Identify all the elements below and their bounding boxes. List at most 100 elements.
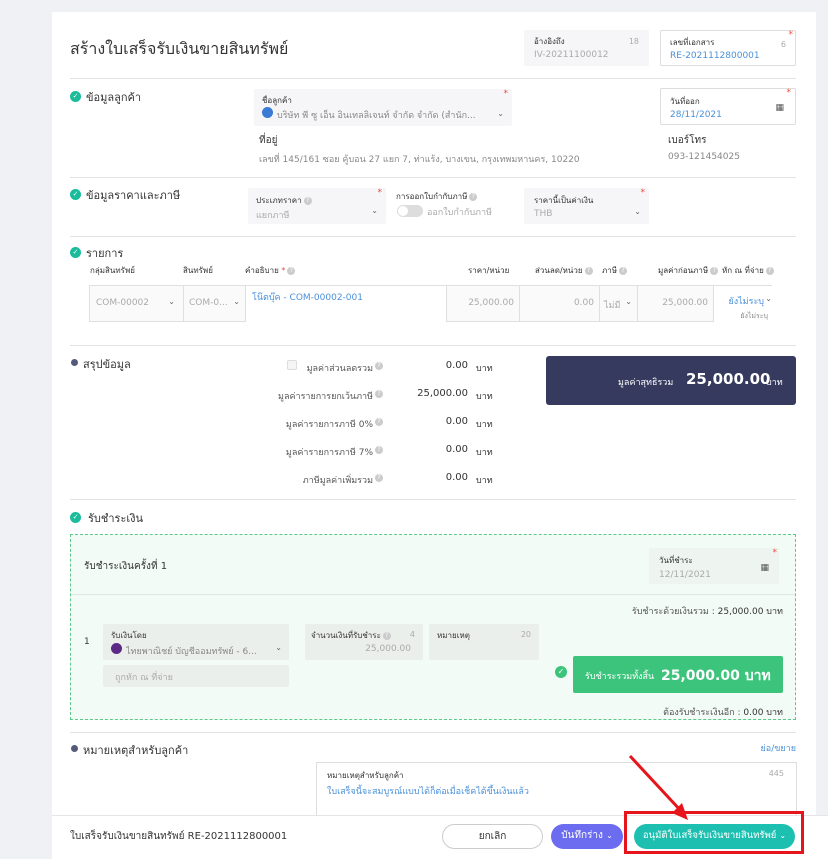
reference-value: IV-20211100012 bbox=[534, 50, 609, 60]
footer-document-title: ใบเสร็จรับเงินขายสินทรัพย์ RE-2021112800… bbox=[70, 831, 288, 842]
document-number-field[interactable]: เลขที่เอกสาร 6 * RE-2021112800001 bbox=[660, 30, 796, 66]
asset-group-select[interactable]: COM-00002 ⌄ bbox=[90, 286, 184, 322]
phone-value: 093-121454025 bbox=[668, 152, 740, 162]
help-icon: ? bbox=[303, 196, 312, 205]
tax-invoice-toggle-label: ออกใบกำกับภาษี bbox=[427, 208, 492, 218]
approve-receipt-button[interactable]: อนุมัติใบเสร็จรับเงินขายสินทรัพย์ ⌄ bbox=[634, 824, 795, 849]
phone-label: เบอร์โทร bbox=[668, 135, 707, 146]
discount-checkbox[interactable] bbox=[287, 360, 297, 370]
col-tax: ภาษี? bbox=[602, 264, 628, 277]
payment-amount-value: 25,000.00 bbox=[365, 644, 411, 654]
payment-date-field[interactable]: วันที่ชำระ * 12/11/2021 ▦ bbox=[649, 548, 779, 584]
divider bbox=[70, 732, 796, 733]
chevron-down-icon: ⌄ bbox=[233, 297, 240, 306]
discount-input[interactable]: 0.00 bbox=[520, 286, 600, 322]
payment-note-input[interactable]: หมายเหตุ 20 bbox=[429, 624, 539, 660]
reference-field[interactable]: อ้างอิงถึง 18 IV-20211100012 bbox=[524, 30, 649, 66]
remaining-line: ต้องรับชำระเงินอีก : 0.00 บาท bbox=[663, 705, 783, 719]
summary-line-label: มูลค่ารายการภาษี 0% bbox=[285, 420, 373, 430]
help-icon: ? bbox=[765, 266, 774, 275]
payment-section-title: รับชำระเงิน bbox=[88, 512, 143, 525]
save-draft-label: บันทึกร่าง bbox=[561, 830, 603, 841]
tax-select[interactable]: ไม่มี ⌄ bbox=[600, 286, 638, 322]
summary-line-value: 25,000.00 bbox=[417, 388, 468, 399]
summary-line-value: 0.00 bbox=[445, 472, 468, 483]
asset-select[interactable]: COM-0... ⌄ bbox=[184, 286, 246, 322]
currency-value: THB bbox=[534, 209, 553, 219]
issue-date-field[interactable]: วันที่ออก * 28/11/2021 ▦ bbox=[660, 88, 796, 125]
divider bbox=[70, 236, 796, 237]
tax-value: ไม่มี bbox=[604, 301, 621, 311]
col-discount: ส่วนลด/หน่วย? bbox=[535, 264, 593, 277]
required-marker: * bbox=[377, 188, 383, 198]
address-label: ที่อยู่ bbox=[259, 135, 278, 146]
summary-line-unit: บาท bbox=[476, 476, 493, 486]
payment-method-select[interactable]: รับเงินโดย ไทยพาณิชย์ บัญชีออมทรัพย์ - 6… bbox=[103, 624, 289, 660]
net-total-value: 25,000.00 bbox=[686, 370, 771, 388]
reference-label: อ้างอิงถึง bbox=[534, 37, 565, 46]
summary-line-value: 0.00 bbox=[445, 416, 468, 427]
summary-line-label: มูลค่ารายการยกเว้นภาษี bbox=[278, 392, 373, 402]
withholding-input[interactable]: ถูกหัก ณ ที่จ่าย bbox=[103, 665, 289, 687]
col-description: คำอธิบาย *? bbox=[245, 264, 296, 277]
page-card: สร้างใบเสร็จรับเงินขายสินทรัพย์ อ้างอิงถ… bbox=[52, 12, 816, 859]
net-total-card: มูลค่าสุทธิรวม 25,000.00 บาท bbox=[546, 356, 796, 405]
summary-line-label: ภาษีมูลค่าเพิ่มรวม bbox=[302, 476, 373, 486]
col-price: ราคา/หน่วย bbox=[468, 266, 510, 275]
chevron-down-icon: ⌄ bbox=[275, 643, 282, 652]
price-type-select[interactable]: ประเภทราคา? * แยกภาษี ⌄ bbox=[248, 188, 386, 224]
save-draft-button[interactable]: บันทึกร่าง ⌄ bbox=[551, 824, 623, 849]
required-marker: * bbox=[772, 548, 778, 558]
divider bbox=[71, 594, 795, 595]
remaining-label: ต้องรับชำระเงินอีก : bbox=[663, 708, 741, 718]
withholding-value: ยังไม่ระบุ bbox=[728, 297, 764, 307]
payment-method-label: รับเงินโดย bbox=[111, 631, 147, 640]
collapse-expand-link[interactable]: ย่อ/ขยาย bbox=[761, 741, 796, 755]
items-section-title: รายการ bbox=[86, 247, 124, 260]
grand-total-label: รับชำระรวมทั้งสิ้น bbox=[585, 672, 655, 682]
payment-total-value: 25,000.00 บาท bbox=[717, 607, 783, 617]
document-number-value: RE-2021112800001 bbox=[670, 51, 760, 61]
calendar-icon[interactable]: ▦ bbox=[760, 563, 769, 573]
required-marker: * bbox=[788, 30, 794, 40]
toggle-knob bbox=[398, 206, 408, 216]
help-icon: ? bbox=[375, 418, 383, 426]
help-icon: ? bbox=[375, 390, 383, 398]
payment-amount-input[interactable]: จำนวนเงินที่รับชำระ? 4 25,000.00 bbox=[305, 624, 423, 660]
help-icon: ? bbox=[710, 266, 719, 275]
payment-note-count: 20 bbox=[520, 630, 531, 639]
price-type-value: แยกภาษี bbox=[256, 211, 290, 221]
currency-select[interactable]: ราคานี้เป็นค่าเงิน * THB ⌄ bbox=[524, 188, 649, 224]
summary-line-label: มูลค่ารายการภาษี 7% bbox=[285, 448, 373, 458]
remark-section-title: หมายเหตุสำหรับลูกค้า bbox=[83, 744, 189, 757]
col-withholding: หัก ณ ที่จ่าย? bbox=[722, 264, 774, 277]
customer-remark-label: หมายเหตุสำหรับลูกค้า bbox=[327, 771, 404, 780]
pretax-input[interactable]: 25,000.00 bbox=[638, 286, 714, 322]
check-circle-icon: ✓ bbox=[555, 666, 567, 678]
chevron-down-icon: ⌄ bbox=[606, 831, 613, 840]
asset-group-value: COM-00002 bbox=[96, 298, 150, 308]
summary-line-unit: บาท bbox=[476, 420, 493, 430]
chevron-down-icon: ⌄ bbox=[168, 297, 175, 306]
description-input[interactable]: โน๊ตบุ๊ค - COM-00002-001 bbox=[246, 286, 447, 322]
customer-remark-count: 445 bbox=[768, 769, 784, 778]
chevron-down-icon: ⌄ bbox=[779, 831, 787, 840]
payment-total-line: รับชำระด้วยเงินรวม : 25,000.00 บาท bbox=[632, 604, 783, 618]
tax-invoice-toggle[interactable] bbox=[397, 205, 423, 217]
cancel-button[interactable]: ยกเลิก bbox=[442, 824, 543, 849]
net-total-unit: บาท bbox=[766, 378, 783, 388]
reference-count: 18 bbox=[628, 37, 639, 46]
bank-logo-icon bbox=[111, 643, 122, 654]
annotation-arrow-icon bbox=[628, 754, 688, 820]
withholding-placeholder: ถูกหัก ณ ที่จ่าย bbox=[115, 673, 173, 683]
pretax-value: 25,000.00 bbox=[662, 298, 708, 308]
check-circle-icon: ✓ bbox=[70, 91, 81, 102]
customer-name-select[interactable]: ชื่อลูกค้า * บริษัท พี ซู เอ็น อินเทลลิเ… bbox=[254, 89, 512, 126]
payment-round-box: รับชำระเงินครั้งที่ 1 วันที่ชำระ * 12/11… bbox=[70, 534, 796, 720]
chevron-down-icon: ⌄ bbox=[765, 294, 772, 303]
summary-section-title: สรุปข้อมูล bbox=[83, 358, 131, 371]
calendar-icon[interactable]: ▦ bbox=[775, 103, 784, 113]
withholding-select[interactable]: ยังไม่ระบุ ⌄ ยังไม่ระบุ bbox=[714, 286, 772, 322]
check-circle-icon: ✓ bbox=[70, 247, 81, 258]
price-input[interactable]: 25,000.00 bbox=[447, 286, 520, 322]
